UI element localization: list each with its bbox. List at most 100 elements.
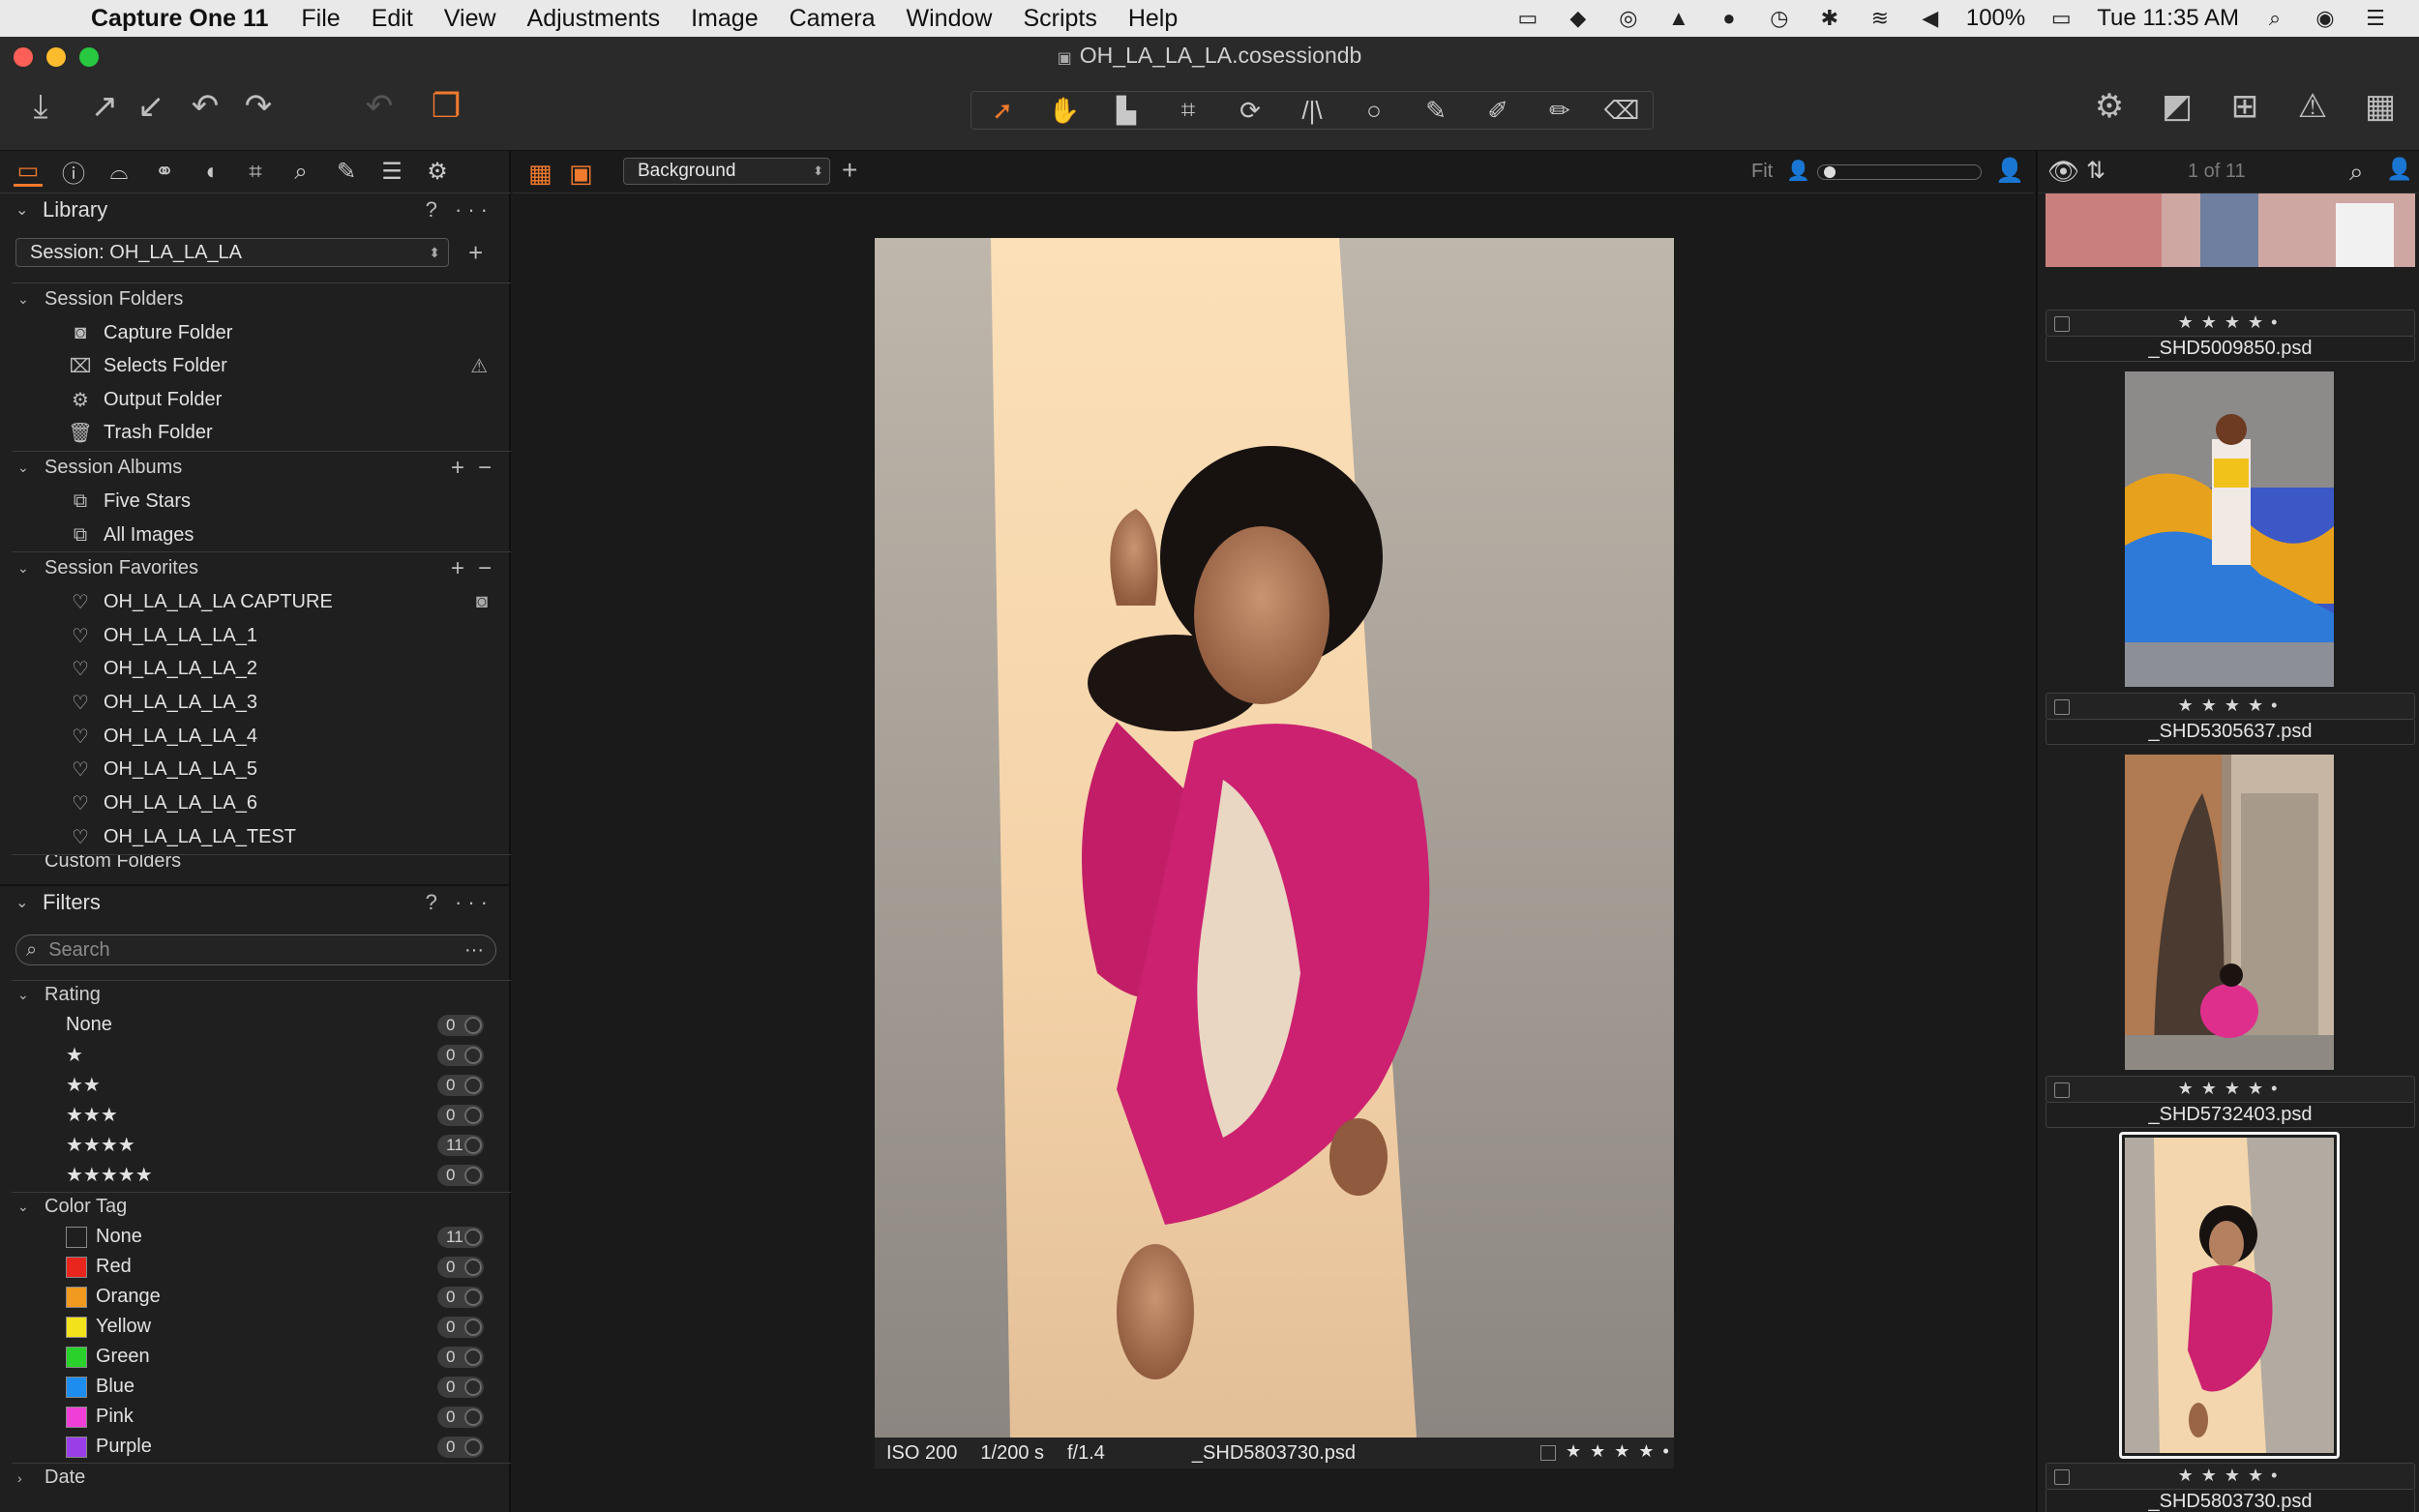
menu-view[interactable]: View <box>444 5 496 33</box>
multi-view-grid-icon[interactable]: ▦ <box>528 159 552 189</box>
menu-file[interactable]: File <box>301 5 340 33</box>
rating-count[interactable]: 11 <box>437 1134 484 1156</box>
app-menu[interactable]: Capture One 11 <box>91 5 268 33</box>
rating-filter-row[interactable]: ★★★ 0 <box>0 1100 511 1130</box>
chevron-down-icon[interactable]: ⌄ <box>15 200 31 220</box>
brush-tool-icon[interactable]: ✎ <box>1411 96 1461 126</box>
creative-cloud-icon[interactable]: ◎ <box>1614 6 1643 31</box>
reset-icon[interactable]: ↶ <box>356 85 403 128</box>
rating-filter-row[interactable]: ★★★★★ 0 <box>0 1160 511 1190</box>
person-icon[interactable]: 👤 <box>2386 157 2412 182</box>
filters-header[interactable]: ⌄ Filters ? ··· <box>0 886 511 919</box>
library-header[interactable]: ⌄ Library ? ··· <box>0 193 511 226</box>
color-count[interactable]: 0 <box>437 1346 484 1368</box>
color-filter-row[interactable]: Yellow 0 <box>0 1312 511 1342</box>
favorite-item[interactable]: ♡ OH_LA_LA_LA_5 <box>0 753 511 786</box>
add-remove-favorite-buttons[interactable]: +− <box>451 555 505 582</box>
app-h-icon[interactable]: ● <box>1715 6 1744 31</box>
search-icon[interactable]: ⌕ <box>26 939 37 962</box>
keystone-tool-icon[interactable]: /|\ <box>1287 96 1337 126</box>
browser-search-icon[interactable]: ⌕ <box>2349 157 2364 188</box>
exposure-warning-icon[interactable]: ◩ <box>2154 85 2200 128</box>
menu-help[interactable]: Help <box>1128 5 1178 33</box>
chevron-down-icon[interactable]: ⌄ <box>15 893 31 912</box>
undo-icon[interactable]: ↶ <box>182 85 228 128</box>
pan-tool-icon[interactable]: ✋ <box>1039 96 1090 126</box>
thumbnail-image[interactable] <box>2046 193 2415 267</box>
details-tab-icon[interactable]: ⌕ <box>286 158 315 187</box>
selected-thumbnail-frame[interactable] <box>2119 1132 2340 1459</box>
rotate-tool-icon[interactable]: ⟳ <box>1225 96 1275 126</box>
color-count[interactable]: 0 <box>437 1436 484 1458</box>
color-count[interactable]: 0 <box>437 1316 484 1338</box>
rating-filter-row[interactable]: ★★★★ 11 <box>0 1130 511 1160</box>
edit-icon[interactable]: ↙ <box>128 85 174 128</box>
thumbnail-star-rating[interactable]: ★★★★• <box>2046 1466 2416 1486</box>
color-filter-row[interactable]: Red 0 <box>0 1252 511 1282</box>
siri-icon[interactable]: ◉ <box>2311 6 2340 31</box>
date-filter-header[interactable]: › Date <box>12 1463 511 1492</box>
app-a-icon[interactable]: ▲ <box>1664 6 1693 31</box>
color-tag-header[interactable]: ⌄ Color Tag <box>12 1192 511 1221</box>
thumbnail-star-rating[interactable]: ★★★★• <box>2046 312 2416 333</box>
rating-filter-row[interactable]: ★★ 0 <box>0 1070 511 1100</box>
help-button[interactable]: ? <box>426 890 443 914</box>
color-filter-row[interactable]: Blue 0 <box>0 1372 511 1402</box>
thumbnail-star-rating[interactable]: ★★★★• <box>2046 1079 2416 1099</box>
erase-tool-icon[interactable]: ⌫ <box>1597 96 1647 126</box>
lens-tab-icon[interactable]: ⌓ <box>105 158 134 187</box>
fit-label[interactable]: Fit <box>1751 161 1773 183</box>
color-tab-icon[interactable]: ⚭ <box>150 158 179 187</box>
volume-icon[interactable]: ◀ <box>1916 6 1945 31</box>
session-folders-header[interactable]: ⌄ Session Folders <box>12 282 511 315</box>
help-button[interactable]: ? <box>426 197 443 222</box>
warning-icon[interactable]: ⚠ <box>2289 85 2336 128</box>
zoom-slider[interactable] <box>1817 164 1982 180</box>
session-select[interactable]: Session: OH_LA_LA_LA ⬍ <box>15 238 449 267</box>
rating-header[interactable]: ⌄ Rating <box>12 980 511 1009</box>
spotlight-search-icon[interactable]: ⌕ <box>2260 6 2289 31</box>
crop-tool-icon[interactable]: ⌗ <box>1163 95 1213 126</box>
favorite-item[interactable]: ♡ OH_LA_LA_LA_6 <box>0 786 511 819</box>
add-session-icon[interactable]: + <box>468 238 483 268</box>
zoom-slider-thumb[interactable] <box>1824 166 1836 178</box>
menu-edit[interactable]: Edit <box>372 5 413 33</box>
library-tab-folder-icon[interactable]: ▭ <box>14 158 43 187</box>
add-remove-album-buttons[interactable]: +− <box>451 455 505 482</box>
rating-count[interactable]: 0 <box>437 1014 484 1036</box>
select-tool-icon[interactable]: ➚ <box>977 96 1028 126</box>
spot-removal-tool-icon[interactable]: ○ <box>1349 96 1399 126</box>
display-icon[interactable]: ▭ <box>1513 6 1542 31</box>
sort-icon[interactable]: ⇅ <box>2086 157 2105 185</box>
filter-search-input[interactable]: ⌕ Search ··· <box>15 934 496 965</box>
session-favorites-header[interactable]: ⌄ Session Favorites +− <box>12 551 511 584</box>
annotation-tool-icon[interactable]: ✏ <box>1535 96 1585 126</box>
select-checkbox[interactable] <box>1540 1445 1556 1461</box>
rating-filter-row[interactable]: ★ 0 <box>0 1040 511 1070</box>
rating-count[interactable]: 0 <box>437 1044 484 1066</box>
more-button[interactable]: ··· <box>455 197 493 222</box>
favorite-item[interactable]: ♡ OH_LA_LA_LA_4 <box>0 720 511 753</box>
thumbnail-image[interactable] <box>2125 755 2334 1070</box>
menu-camera[interactable]: Camera <box>790 5 876 33</box>
copy-apply-icon[interactable]: ❐ <box>423 85 469 128</box>
favorite-item[interactable]: ♡ OH_LA_LA_LA_3 <box>0 686 511 719</box>
color-count[interactable]: 0 <box>437 1406 484 1428</box>
import-icon[interactable]: ⤓ <box>17 85 64 128</box>
more-button[interactable]: ··· <box>455 890 493 914</box>
color-picker-tool-icon[interactable]: ✐ <box>1473 96 1523 126</box>
notification-center-icon[interactable]: ☰ <box>2361 6 2390 31</box>
exposure-tab-icon[interactable]: ◖ <box>195 158 224 187</box>
visibility-eye-icon[interactable]: 👁 <box>2047 157 2079 187</box>
color-filter-row[interactable]: None 11 <box>0 1222 511 1252</box>
menu-image[interactable]: Image <box>691 5 758 33</box>
color-count[interactable]: 0 <box>437 1286 484 1308</box>
single-view-icon[interactable]: ▣ <box>569 159 593 189</box>
menu-scripts[interactable]: Scripts <box>1023 5 1096 33</box>
menu-adjustments[interactable]: Adjustments <box>527 5 661 33</box>
color-filter-row[interactable]: Purple 0 <box>0 1432 511 1462</box>
color-filter-row[interactable]: Green 0 <box>0 1342 511 1372</box>
redo-icon[interactable]: ↷ <box>235 85 282 128</box>
crop-tab-icon[interactable]: ⌗ <box>241 158 270 187</box>
process-icon[interactable]: ↗ <box>81 85 128 128</box>
